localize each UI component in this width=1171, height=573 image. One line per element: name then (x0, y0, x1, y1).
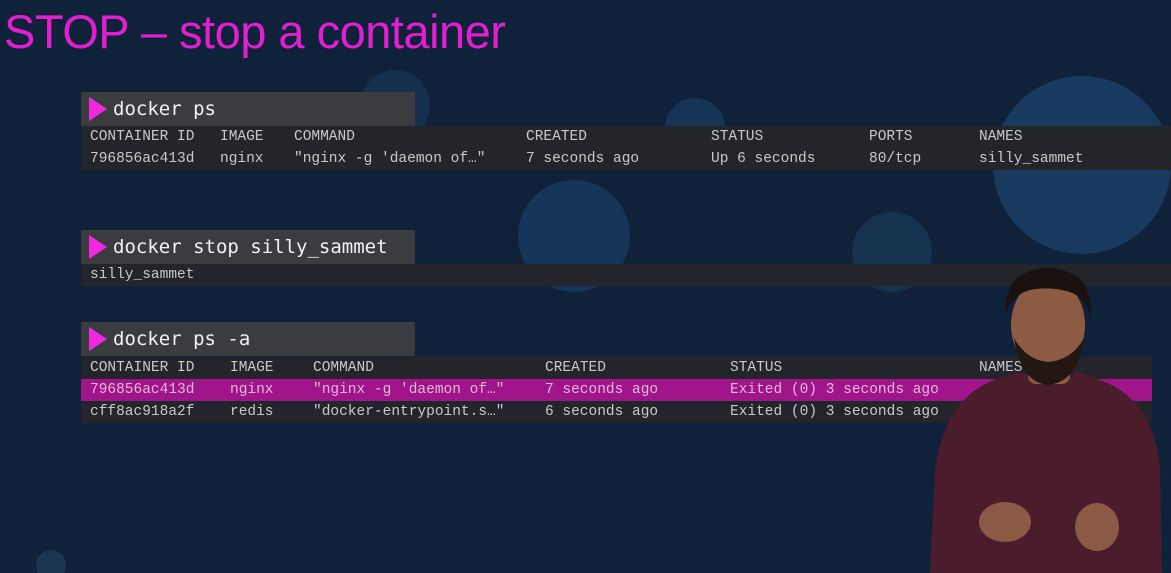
presenter-video-overlay (930, 268, 1162, 573)
presenter-right-hand (1075, 503, 1119, 551)
presenter-body (930, 372, 1162, 573)
presenter-left-hand (979, 502, 1031, 542)
